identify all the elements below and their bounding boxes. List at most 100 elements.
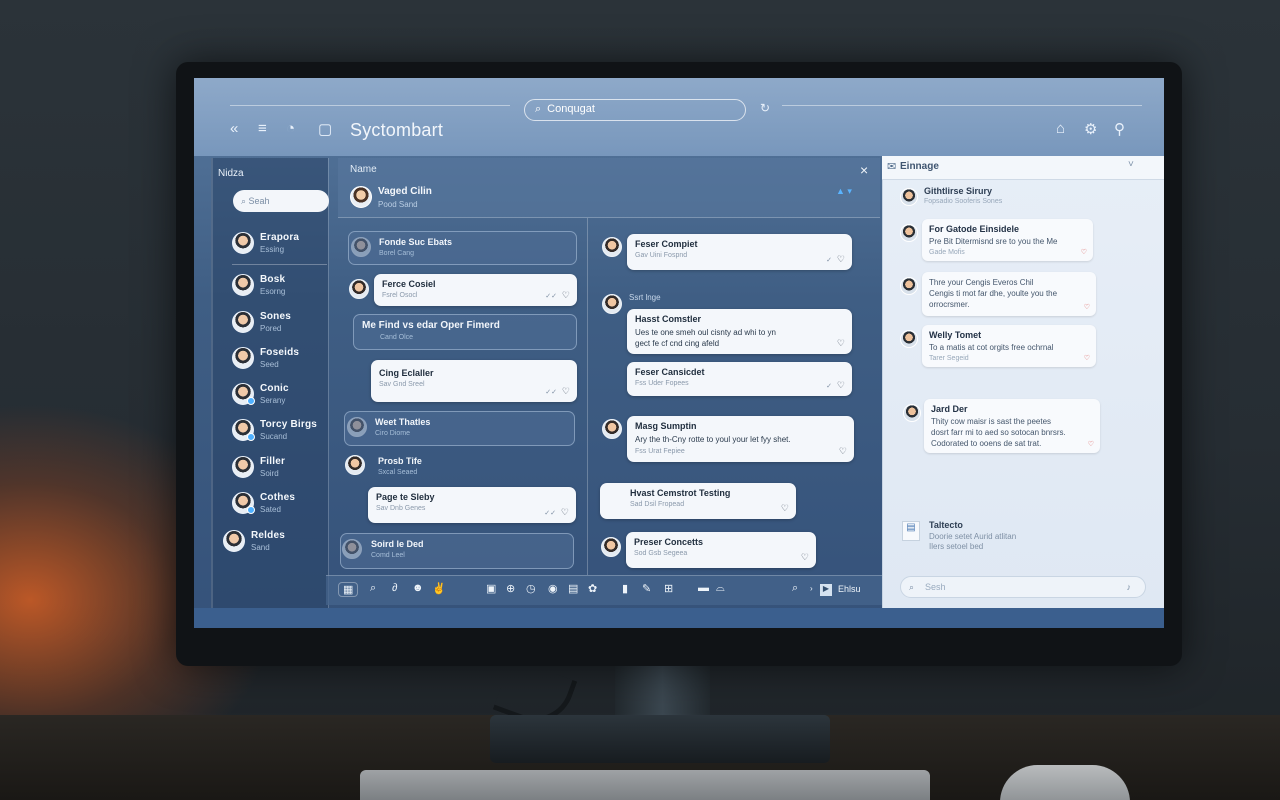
right-panel-search-input[interactable]: ⌕ Sesh ♪: [900, 576, 1146, 598]
message-title: Cing Eclaller: [379, 368, 434, 378]
message-title: Me Find vs edar Oper Fimerd: [362, 320, 500, 331]
timer-icon[interactable]: ◷: [526, 582, 536, 595]
image-icon[interactable]: ▣: [486, 582, 496, 595]
right-panel-bottom-item[interactable]: Taltecto Doorie setet Aurid atlitan Iler…: [929, 520, 1016, 551]
divider: [232, 264, 327, 265]
arrow-icon[interactable]: ›: [810, 584, 813, 593]
reaction-icon[interactable]: ♡: [1084, 303, 1090, 311]
message-bubble[interactable]: Cing Eclaller Sav Gnd Sreel ✓✓ ♡: [371, 360, 577, 402]
refresh-icon[interactable]: ↻: [760, 101, 770, 115]
attach-icon[interactable]: ∂: [392, 582, 397, 594]
contact-name: Vaged Cilin: [378, 186, 432, 197]
sticker-icon[interactable]: ◉: [548, 582, 558, 595]
sidebar-item-contact[interactable]: Foseids Seed: [232, 345, 332, 375]
sidebar-item-contact[interactable]: Bosk Esorng: [232, 272, 332, 302]
message-meta: Gav Uini Fospnd: [635, 252, 688, 259]
heart-icon[interactable]: ♡: [839, 446, 847, 457]
contact-name: Sones: [260, 311, 292, 322]
item-title: Jard Der: [931, 404, 968, 414]
message-bubble[interactable]: Soird le Ded Comd Leel: [340, 533, 574, 569]
send-icon[interactable]: ▶: [820, 584, 832, 596]
right-panel-item[interactable]: Thre your Cengis Everos Chil Cengis ti m…: [922, 272, 1096, 316]
item-body: Pre Bit Ditermisnd sre to you the Me: [929, 237, 1058, 246]
settings-icon[interactable]: ⚙: [1084, 120, 1097, 138]
chat-icon: ✉: [887, 161, 897, 173]
avatar: [601, 537, 621, 557]
heart-icon[interactable]: ♡: [837, 338, 845, 349]
sidebar-item-contact[interactable]: Filler Soird: [232, 454, 332, 484]
message-bubble[interactable]: Weet Thatles Ciro Diome: [344, 411, 575, 446]
right-panel-item[interactable]: For Gatode Einsidele Pre Bit Ditermisnd …: [922, 219, 1093, 261]
car-icon[interactable]: ⌓: [716, 582, 725, 595]
microphone-icon[interactable]: ♪: [1127, 577, 1132, 598]
reaction-icon[interactable]: ♡: [1084, 354, 1090, 362]
lock-icon[interactable]: ⌂: [1056, 120, 1065, 137]
item-title: For Gatode Einsidele: [929, 224, 1020, 234]
message-bubble[interactable]: Preser Concetts Sod Gsb Segeea ♡: [626, 532, 816, 568]
sidebar-item-contact[interactable]: Cothes Sated: [232, 490, 332, 520]
sidebar-item-contact[interactable]: Torcy Birgs Sucand: [232, 417, 332, 447]
message-meta: Sxcal Seaed: [378, 469, 418, 476]
document-icon: ▤: [902, 521, 920, 541]
item-body: orrocrsmer.: [929, 300, 970, 309]
chevron-down-icon[interactable]: ˅: [1128, 159, 1134, 170]
reaction-icon[interactable]: ♡: [1088, 440, 1094, 448]
gesture-icon[interactable]: ✌: [432, 582, 446, 595]
sidebar-item-contact[interactable]: Conic Serany: [232, 381, 332, 411]
history-icon[interactable]: ◔: [286, 120, 295, 137]
heart-icon[interactable]: ♡: [837, 380, 845, 391]
sidebar-item-contact[interactable]: Sones Pored: [232, 309, 332, 339]
heart-icon[interactable]: ♡: [561, 507, 569, 518]
close-icon[interactable]: ×: [860, 162, 868, 178]
menu-icon[interactable]: ≡: [258, 120, 267, 137]
video-icon[interactable]: ▬: [698, 582, 709, 594]
contact-name: Foseids: [260, 347, 300, 358]
calendar-icon[interactable]: ▦: [338, 582, 359, 597]
message-bubble[interactable]: Hvast Cemstrot Testing Sad Dsil Fropead …: [600, 483, 796, 519]
contact-name: Bosk: [260, 274, 286, 285]
contact-status: Sated: [260, 505, 281, 514]
message-meta: Borel Cang: [379, 250, 415, 257]
zoom-icon[interactable]: ⊕: [506, 582, 515, 595]
message-bubble[interactable]: Ferce Cosiel Fsrel Osocl ✓✓ ♡: [374, 274, 577, 306]
file-icon[interactable]: ▮: [622, 582, 628, 595]
pen-icon[interactable]: ✎: [642, 582, 651, 595]
right-panel-top-item[interactable]: Githtlirse Sirury Fopsadio Sooferis Sone…: [924, 186, 1002, 205]
heart-icon[interactable]: ♡: [837, 254, 845, 265]
message-bubble[interactable]: Feser Compiet Gav Uini Fospnd ✓ ♡: [627, 234, 852, 270]
clipboard-icon[interactable]: ▢: [318, 120, 332, 138]
avatar: [602, 237, 622, 257]
double-chevron-left-icon[interactable]: «: [230, 120, 238, 137]
gallery-icon[interactable]: ▤: [568, 582, 578, 595]
avatar: [232, 311, 254, 333]
contact-status: Seed: [260, 360, 279, 369]
sidebar-item-contact[interactable]: Reldes Sand: [223, 528, 323, 558]
right-panel-item[interactable]: Welly Tomet To a matis at cot orgits fre…: [922, 325, 1096, 367]
heart-icon[interactable]: ♡: [781, 503, 789, 514]
contact-name: Filler: [260, 456, 286, 467]
message-bubble[interactable]: Me Find vs edar Oper Fimerd Cand Olce: [353, 314, 577, 350]
message-bubble[interactable]: Feser Cansicdet Fss Uder Fopees ✓ ♡: [627, 362, 852, 396]
search-icon[interactable]: ⌕: [370, 582, 376, 595]
user-icon[interactable]: ⚲: [1114, 120, 1125, 138]
message-bubble[interactable]: Hasst Comstler Ues te one smeh oul cisnt…: [627, 309, 852, 354]
right-panel-item[interactable]: Jard Der Thity cow maisr is sast the pee…: [924, 399, 1100, 453]
message-bubble[interactable]: Page te Sleby Sav Dnb Genes ✓✓ ♡: [368, 487, 576, 523]
call-controls-icon[interactable]: ▲ ▾: [836, 186, 852, 197]
message-meta: Sav Gnd Sreel: [379, 381, 425, 388]
item-body: Cengis ti mot far dhe, youlte you the: [929, 289, 1058, 298]
global-search-field[interactable]: ⌕ Conqugat: [524, 99, 746, 121]
message-bubble[interactable]: Masg Sumptin Ary the th-Cny rotte to you…: [627, 416, 854, 462]
message-bubble[interactable]: Fonde Suc Ebats Borel Cang: [348, 231, 577, 265]
sidebar-search-input[interactable]: ⌕ Seah: [233, 190, 329, 212]
reaction-icon[interactable]: ♡: [1081, 248, 1087, 256]
search-icon[interactable]: ⌕: [792, 582, 798, 595]
message-bubble[interactable]: Prosb Tife Sxcal Seaed: [370, 451, 560, 481]
heart-icon[interactable]: ♡: [562, 290, 570, 301]
gift-icon[interactable]: ✿: [588, 582, 597, 595]
sidebar-item-contact[interactable]: Erapora Essing: [232, 230, 332, 260]
heart-icon[interactable]: ♡: [562, 386, 570, 397]
emoji-icon[interactable]: ☻: [412, 582, 424, 594]
heart-icon[interactable]: ♡: [801, 552, 809, 563]
grid-icon[interactable]: ⊞: [664, 582, 673, 595]
